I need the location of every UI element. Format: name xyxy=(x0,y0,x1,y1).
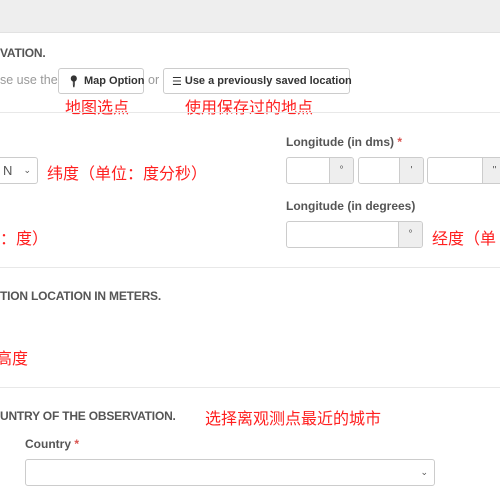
latitude-hemisphere-select[interactable]: N ⌄ xyxy=(0,157,38,184)
second-addon: '' xyxy=(482,158,500,183)
list-icon: ☰ xyxy=(172,75,182,88)
annotation-latitude-deg: ：度） xyxy=(0,229,49,248)
longitude-degrees-label: Longitude (in degrees) xyxy=(286,199,416,213)
minute-addon: ' xyxy=(399,158,423,183)
longitude-degrees-input[interactable]: ° xyxy=(286,221,423,248)
divider xyxy=(0,267,500,268)
longitude-dms-label: Longitude (in dms) * xyxy=(286,135,402,149)
longitude-degrees-dms-input[interactable]: ° xyxy=(286,157,354,184)
altitude-section-heading: TION LOCATION IN METERS. xyxy=(0,289,161,303)
saved-location-label: Use a previously saved location xyxy=(184,75,352,87)
top-bar xyxy=(0,0,500,33)
longitude-seconds-input[interactable]: '' xyxy=(427,157,500,184)
or-text: or xyxy=(148,73,160,87)
annotation-latitude-dms: 纬度（单位：度分秒） xyxy=(47,164,208,183)
divider xyxy=(0,112,500,113)
chevron-down-icon: ⌄ xyxy=(420,467,428,477)
saved-location-button[interactable]: ☰ Use a previously saved location xyxy=(163,68,352,94)
country-select[interactable]: ⌄ xyxy=(25,459,435,486)
hemisphere-value: N xyxy=(3,163,13,178)
location-section-heading: VATION. xyxy=(0,46,46,60)
annotation-altitude: 高度 xyxy=(0,349,29,368)
country-label: Country * xyxy=(25,437,80,451)
annotation-longitude-deg: 经度（单 xyxy=(432,229,497,248)
degree-addon: ° xyxy=(329,158,353,183)
map-option-label: Map Option xyxy=(83,75,145,87)
degree-addon: ° xyxy=(398,222,422,247)
longitude-minutes-input[interactable]: ' xyxy=(358,157,424,184)
location-hint: se use the xyxy=(0,73,58,87)
map-option-button[interactable]: 📍︎ Map Option xyxy=(58,68,144,94)
annotation-country: 选择离观测点最近的城市 xyxy=(205,409,382,428)
chevron-down-icon: ⌄ xyxy=(23,165,31,175)
divider xyxy=(0,387,500,388)
annotation-saved: 使用保存过的地点 xyxy=(185,98,314,117)
country-section-heading: UNTRY OF THE OBSERVATION. xyxy=(0,409,176,423)
annotation-map: 地图选点 xyxy=(65,98,130,117)
map-marker-icon: 📍︎ xyxy=(67,75,81,88)
